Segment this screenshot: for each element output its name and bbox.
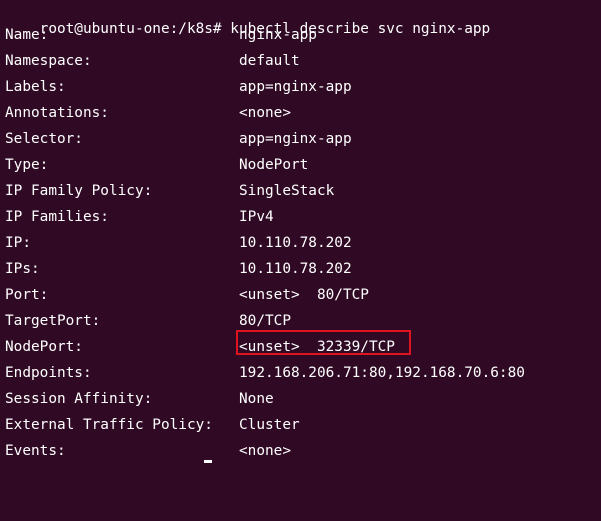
field-value: app=nginx-app bbox=[239, 79, 352, 95]
field-value: 80/TCP bbox=[239, 313, 291, 329]
field-value: NodePort bbox=[239, 157, 309, 173]
field-row-endpoints: Endpoints: 192.168.206.71:80,192.168.70.… bbox=[5, 363, 601, 389]
field-value: None bbox=[239, 391, 274, 407]
field-value: 10.110.78.202 bbox=[239, 235, 352, 251]
field-value: SingleStack bbox=[239, 183, 335, 199]
field-value: Cluster bbox=[239, 417, 300, 433]
field-row-name: Name: nginx-app bbox=[5, 25, 601, 51]
field-value: <none> bbox=[239, 443, 291, 459]
field-row-ip-family-policy: IP Family Policy: SingleStack bbox=[5, 181, 601, 207]
field-row-selector: Selector: app=nginx-app bbox=[5, 129, 601, 155]
field-key: NodePort: bbox=[5, 339, 83, 355]
field-key: Selector: bbox=[5, 131, 83, 147]
field-key: Name: bbox=[5, 27, 49, 43]
field-row-annotations: Annotations: <none> bbox=[5, 103, 601, 129]
field-row-external-traffic-policy: External Traffic Policy: Cluster bbox=[5, 415, 601, 441]
field-key: Endpoints: bbox=[5, 365, 92, 381]
field-key: IP Family Policy: bbox=[5, 183, 153, 199]
field-key: External Traffic Policy: bbox=[5, 417, 213, 433]
field-row-events: Events: <none> bbox=[5, 441, 601, 467]
field-key: Session Affinity: bbox=[5, 391, 153, 407]
field-row-ip: IP: 10.110.78.202 bbox=[5, 233, 601, 259]
field-row-ip-families: IP Families: IPv4 bbox=[5, 207, 601, 233]
field-value: 10.110.78.202 bbox=[239, 261, 352, 277]
field-key: Events: bbox=[5, 443, 66, 459]
field-row-port: Port: <unset> 80/TCP bbox=[5, 285, 601, 311]
field-value: app=nginx-app bbox=[239, 131, 352, 147]
field-row-session-affinity: Session Affinity: None bbox=[5, 389, 601, 415]
field-key: TargetPort: bbox=[5, 313, 101, 329]
command-line: root@ubuntu-one:/k8s# kubectl describe s… bbox=[5, 0, 601, 37]
field-key: IP: bbox=[5, 235, 31, 251]
highlight-box bbox=[236, 330, 411, 355]
field-key: Labels: bbox=[5, 79, 66, 95]
field-value: default bbox=[239, 53, 300, 69]
terminal-window[interactable]: root@ubuntu-one:/k8s# kubectl describe s… bbox=[0, 0, 601, 463]
field-value: IPv4 bbox=[239, 209, 274, 225]
field-value: <unset> 80/TCP bbox=[239, 287, 369, 303]
field-value: <none> bbox=[239, 105, 291, 121]
field-key: Annotations: bbox=[5, 105, 109, 121]
field-key: Type: bbox=[5, 157, 49, 173]
field-key: IP Families: bbox=[5, 209, 109, 225]
field-row-nodeport: NodePort: <unset> 32339/TCP bbox=[5, 330, 601, 363]
field-key: IPs: bbox=[5, 261, 40, 277]
field-key: Namespace: bbox=[5, 53, 92, 69]
field-row-ips: IPs: 10.110.78.202 bbox=[5, 259, 601, 285]
field-value: nginx-app bbox=[239, 27, 317, 43]
field-key: Port: bbox=[5, 287, 49, 303]
field-row-namespace: Namespace: default bbox=[5, 51, 601, 77]
field-row-labels: Labels: app=nginx-app bbox=[5, 77, 601, 103]
field-row-type: Type: NodePort bbox=[5, 155, 601, 181]
field-value: 192.168.206.71:80,192.168.70.6:80 bbox=[239, 365, 525, 381]
